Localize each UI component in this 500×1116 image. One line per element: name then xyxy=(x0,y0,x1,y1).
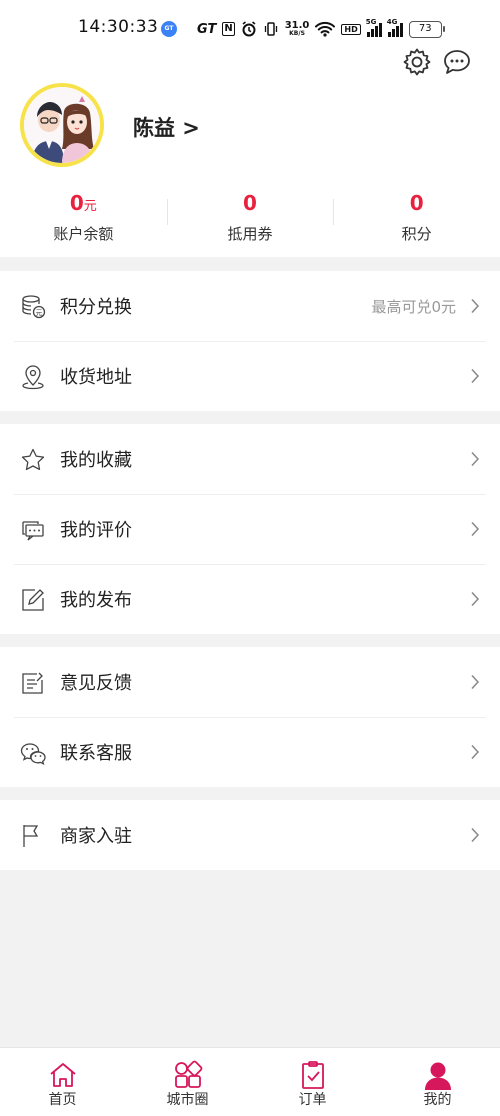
bottom-tab-bar: 首页 城市圈 订单 我的 xyxy=(0,1047,500,1116)
wifi-icon xyxy=(315,21,336,37)
chevron-right-icon xyxy=(471,827,480,843)
nfc-icon: N xyxy=(222,22,235,36)
stat-points-value: 0 xyxy=(409,191,424,215)
user-icon xyxy=(424,1062,451,1090)
menu-item-points-exchange[interactable]: 元 积分兑换 最高可兑0元 xyxy=(0,271,500,341)
menu-item-label: 联系客服 xyxy=(60,743,132,764)
menu-item-favorites[interactable]: 我的收藏 xyxy=(0,424,500,494)
star-icon xyxy=(21,448,45,471)
vibrate-icon xyxy=(264,22,277,36)
menu-item-customer-service[interactable]: 联系客服 xyxy=(0,717,500,787)
menu-item-address[interactable]: 收货地址 xyxy=(0,341,500,411)
chevron-right-icon xyxy=(471,451,480,467)
battery-icon: 73 xyxy=(408,20,445,38)
status-indicators: GT N 31.0 KB/S HD 5G 4G 73 xyxy=(197,18,445,40)
net-speed: 31.0 KB/S xyxy=(284,19,310,37)
stat-balance-label: 账户余额 xyxy=(53,225,114,243)
menu-item-reviews[interactable]: 我的评价 xyxy=(0,494,500,564)
edit-icon xyxy=(22,589,44,611)
stat-vouchers-value: 0 xyxy=(243,191,257,215)
signal-5g-icon: 5G xyxy=(366,18,382,37)
feedback-icon xyxy=(22,672,43,694)
menu-item-feedback[interactable]: 意见反馈 xyxy=(0,647,500,717)
stat-balance-unit: 元 xyxy=(83,199,97,214)
app-notification-icon: GT xyxy=(161,21,177,37)
menu-item-posts[interactable]: 我的发布 xyxy=(0,564,500,634)
chevron-right-icon xyxy=(471,521,480,537)
stat-vouchers[interactable]: 0 抵用券 xyxy=(166,191,334,243)
chevron-right-icon xyxy=(471,744,480,760)
comment-icon xyxy=(22,521,44,541)
menu-item-label: 我的评价 xyxy=(60,520,132,541)
menu-item-label: 商家入驻 xyxy=(60,826,132,847)
tab-label: 订单 xyxy=(298,1092,327,1108)
username[interactable]: 陈益 > xyxy=(133,112,200,142)
gt-mode-icon: GT xyxy=(197,21,217,37)
stat-points[interactable]: 0 积分 xyxy=(333,191,500,243)
menu-group-account: 元 积分兑换 最高可兑0元 收货地址 xyxy=(0,271,500,411)
menu-item-label: 积分兑换 xyxy=(60,297,132,318)
menu-item-hint: 最高可兑0元 xyxy=(371,297,456,316)
chevron-right-icon xyxy=(471,674,480,690)
coins-icon: 元 xyxy=(22,295,46,319)
signal-4g-icon: 4G xyxy=(387,18,403,37)
stat-balance[interactable]: 0元 账户余额 xyxy=(0,191,167,243)
menu-item-label: 我的收藏 xyxy=(60,450,132,471)
gear-icon[interactable] xyxy=(401,46,433,78)
wechat-icon xyxy=(20,743,46,766)
message-icon[interactable] xyxy=(442,47,472,77)
grid-icon xyxy=(174,1060,202,1088)
tab-home[interactable]: 首页 xyxy=(0,1048,125,1116)
stat-points-label: 积分 xyxy=(401,225,432,243)
account-stats: 0元 账户余额 0 抵用券 0 积分 xyxy=(0,191,500,243)
menu-group-support: 意见反馈 联系客服 xyxy=(0,647,500,787)
stat-balance-value: 0 xyxy=(69,191,84,215)
alarm-icon xyxy=(242,21,256,37)
menu-group-mine: 我的收藏 我的评价 我的发布 xyxy=(0,424,500,634)
profile-header: 陈益 > 0元 账户余额 0 抵用券 0 积分 xyxy=(0,48,500,257)
chevron-right-icon xyxy=(471,591,480,607)
stat-vouchers-label: 抵用券 xyxy=(227,225,273,243)
tab-city-circle[interactable]: 城市圈 xyxy=(125,1048,250,1116)
tab-orders[interactable]: 订单 xyxy=(250,1048,375,1116)
menu-item-merchant-join[interactable]: 商家入驻 xyxy=(0,800,500,870)
clipboard-icon xyxy=(301,1061,324,1089)
tab-label: 首页 xyxy=(48,1092,77,1108)
status-time: 14:30:33 xyxy=(78,17,159,37)
tab-label: 城市圈 xyxy=(166,1092,209,1108)
tab-label: 我的 xyxy=(423,1092,452,1108)
menu-item-label: 我的发布 xyxy=(60,590,132,611)
svg-text:元: 元 xyxy=(36,309,43,317)
menu-group-merchant: 商家入驻 xyxy=(0,800,500,870)
location-icon xyxy=(22,365,44,390)
home-icon xyxy=(49,1063,76,1087)
avatar-image xyxy=(24,87,100,163)
hd-icon: HD xyxy=(341,23,361,35)
flag-icon xyxy=(23,825,39,847)
avatar[interactable] xyxy=(20,83,104,167)
tab-mine[interactable]: 我的 xyxy=(375,1048,500,1116)
menu-item-label: 收货地址 xyxy=(60,367,132,388)
menu-item-label: 意见反馈 xyxy=(60,673,132,694)
chevron-right-icon xyxy=(471,368,480,384)
chevron-right-icon xyxy=(471,298,480,314)
